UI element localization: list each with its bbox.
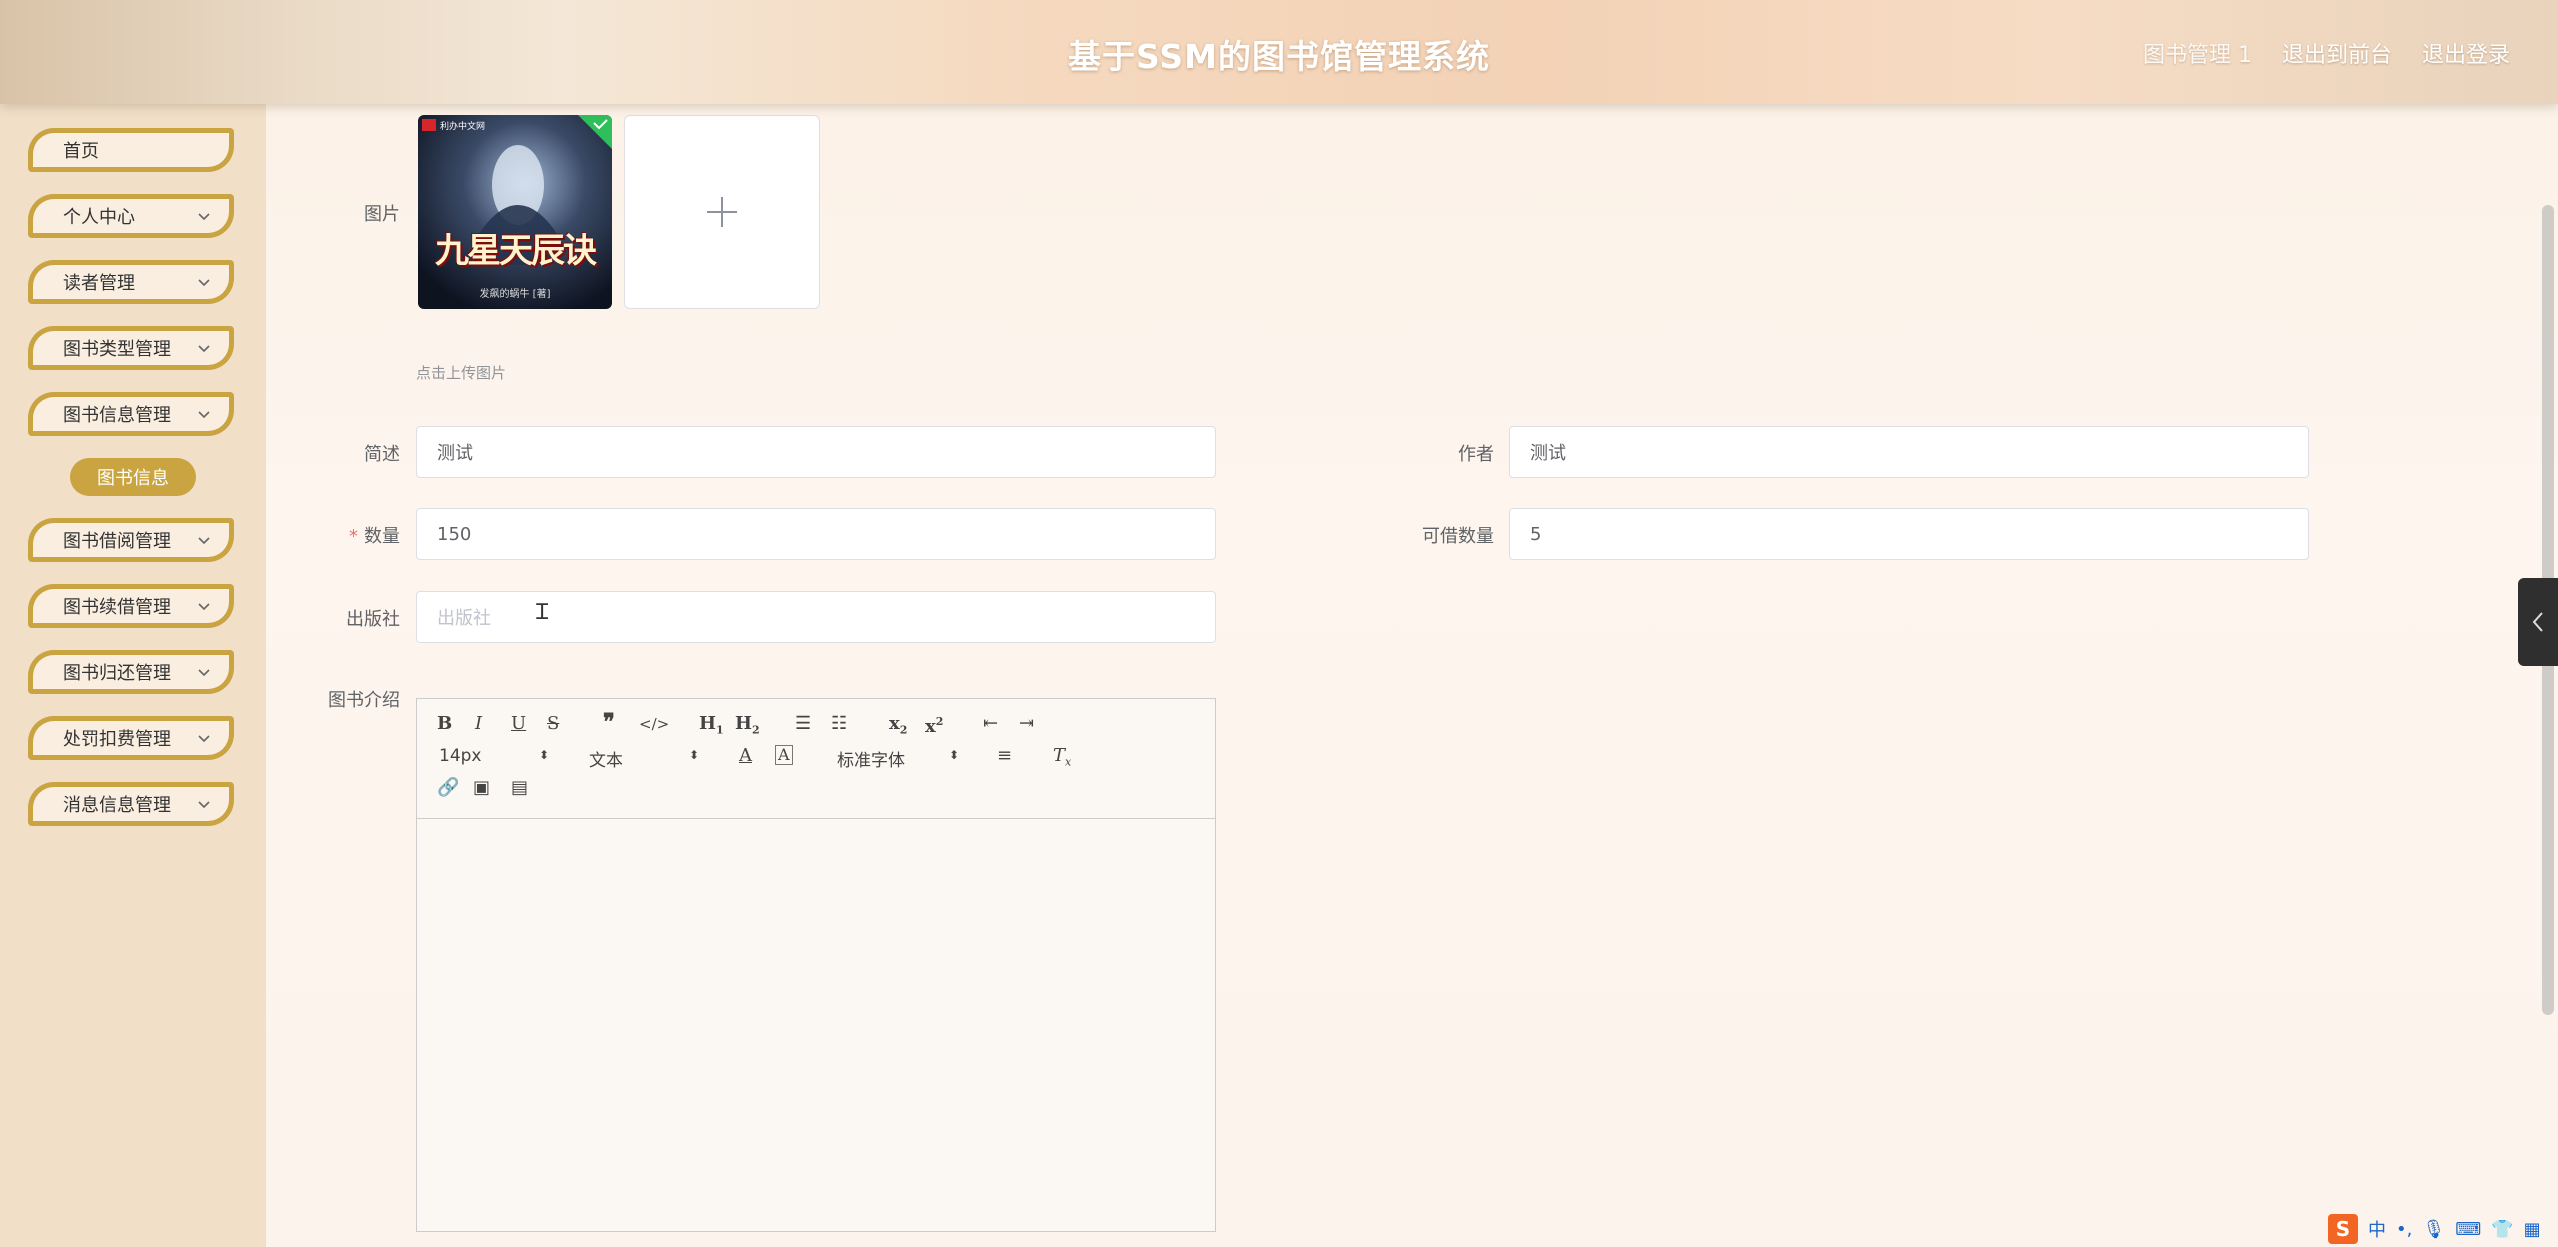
sidebar-item-home[interactable]: 首页 [28, 128, 234, 172]
chevron-down-icon [198, 279, 210, 287]
chevron-down-icon [198, 669, 210, 677]
subscript-icon[interactable]: x2 [889, 713, 907, 742]
ordered-list-icon[interactable]: ☰ [795, 713, 811, 735]
author-label: 作者 [1458, 444, 1494, 465]
heading1-icon[interactable]: H1 [699, 713, 724, 742]
sogou-logo-icon: S [2328, 1214, 2358, 1244]
sidebar-item-renew[interactable]: 图书续借管理 [28, 584, 234, 628]
upload-hint: 点击上传图片 [416, 364, 507, 382]
text-color-icon[interactable]: A [739, 745, 752, 767]
sidebar-item-label: 图书类型管理 [63, 339, 171, 360]
ime-punct-icon[interactable]: •, [2396, 1219, 2412, 1240]
sidebar-item-label: 图书借阅管理 [63, 531, 171, 552]
grid-icon[interactable]: ▦ [2524, 1219, 2541, 1240]
shirt-icon[interactable]: 👕 [2491, 1219, 2513, 1240]
link-icon[interactable]: 🔗 [437, 777, 459, 799]
sidebar: 首页 个人中心 读者管理 图书类型管理 图书信息管理 图书信息 图书借阅管理 图… [0, 104, 266, 1247]
keyboard-icon[interactable]: ⌨ [2455, 1219, 2481, 1240]
sidebar-item-label: 图书续借管理 [63, 597, 171, 618]
editor-content[interactable] [417, 819, 1215, 1231]
sidebar-subitem-book-info[interactable]: 图书信息 [70, 458, 196, 496]
cover-badge-text: 利办中文网 [440, 122, 486, 132]
top-header: 基于SSM的图书馆管理系统 图书管理 1 退出到前台 退出登录 [0, 0, 2558, 104]
intro-label: 图书介绍 [328, 690, 400, 711]
header-nav: 图书管理 1 退出到前台 退出登录 [2143, 37, 2510, 69]
italic-icon[interactable]: I [475, 713, 482, 735]
image-icon[interactable]: ▣ [473, 777, 490, 799]
sidebar-item-book-types[interactable]: 图书类型管理 [28, 326, 234, 370]
book-cover-thumbnail[interactable]: 利办中文网 九星天辰诀 发飙的蜗牛 [著] [418, 115, 612, 309]
ime-toolbar: S 中 •, 🎙 ⌨ 👕 ▦ [2322, 1211, 2558, 1247]
sidebar-item-label: 消息信息管理 [63, 795, 171, 816]
chevron-down-icon [198, 213, 210, 221]
chevron-down-icon [198, 801, 210, 809]
sidebar-item-label: 个人中心 [63, 207, 135, 228]
author-field[interactable]: 测试 [1509, 426, 2309, 478]
cover-title-text: 九星天辰诀 [435, 231, 597, 271]
sidebar-item-messages[interactable]: 消息信息管理 [28, 782, 234, 826]
sidebar-item-readers[interactable]: 读者管理 [28, 260, 234, 304]
sidebar-item-label: 处罚扣费管理 [63, 729, 171, 750]
align-icon[interactable]: ≡ [997, 745, 1012, 767]
chevron-left-icon [2532, 612, 2543, 632]
superscript-icon[interactable]: x2 [925, 711, 943, 738]
chevron-down-icon [198, 345, 210, 353]
publisher-label: 出版社 [346, 609, 400, 630]
chevron-down-icon [198, 735, 210, 743]
sidebar-item-penalty[interactable]: 处罚扣费管理 [28, 716, 234, 760]
chevron-down-icon [198, 537, 210, 545]
blockquote-icon[interactable]: ❞ [603, 711, 615, 733]
sidebar-item-personal[interactable]: 个人中心 [28, 194, 234, 238]
strikethrough-icon[interactable]: S [547, 713, 559, 735]
font-size-select[interactable]: 14px ⬍ [439, 746, 549, 766]
sidebar-item-book-info[interactable]: 图书信息管理 [28, 392, 234, 436]
side-panel-toggle[interactable] [2518, 578, 2558, 666]
select-arrows-icon: ⬍ [539, 748, 550, 762]
sidebar-item-return[interactable]: 图书归还管理 [28, 650, 234, 694]
video-icon[interactable]: ▤ [511, 777, 528, 799]
borrowable-field[interactable]: 5 [1509, 508, 2309, 560]
microphone-icon[interactable]: 🎙 [2422, 1219, 2445, 1240]
ime-language[interactable]: 中 [2368, 1216, 2386, 1242]
code-block-icon[interactable]: </> [639, 713, 669, 735]
editor-toolbar: B I U S ❞ </> H1 H2 ☰ ☷ x2 x2 ⇤ ⇥ 14px ⬍… [417, 699, 1215, 819]
quantity-label: * 数量 [349, 526, 400, 547]
chevron-down-icon [198, 411, 210, 419]
borrowable-label: 可借数量 [1422, 526, 1494, 547]
quantity-field[interactable]: 150 [416, 508, 1216, 560]
sidebar-item-label: 图书信息管理 [63, 405, 171, 426]
plus-icon [707, 197, 737, 227]
font-family-select[interactable]: 标准字体 ⬍ [837, 746, 959, 771]
background-color-icon[interactable]: A [775, 745, 793, 765]
underline-icon[interactable]: U [511, 713, 526, 735]
image-upload-button[interactable] [624, 115, 820, 309]
front-link[interactable]: 退出到前台 [2282, 37, 2392, 69]
image-label: 图片 [364, 204, 400, 225]
required-mark: * [349, 526, 358, 547]
bold-icon[interactable]: B [437, 713, 452, 735]
sidebar-item-borrow[interactable]: 图书借阅管理 [28, 518, 234, 562]
book-cover-image [418, 115, 612, 309]
user-menu[interactable]: 图书管理 1 [2143, 37, 2252, 69]
clear-format-icon[interactable]: Tx [1053, 745, 1071, 774]
bullet-list-icon[interactable]: ☷ [831, 713, 847, 735]
header-select[interactable]: 文本 ⬍ [589, 746, 699, 771]
summary-field[interactable]: 测试 [416, 426, 1216, 478]
heading2-icon[interactable]: H2 [735, 713, 760, 742]
select-arrows-icon: ⬍ [949, 748, 960, 762]
rich-text-editor[interactable]: B I U S ❞ </> H1 H2 ☰ ☷ x2 x2 ⇤ ⇥ 14px ⬍… [416, 698, 1216, 1232]
summary-label: 简述 [364, 444, 400, 465]
sidebar-item-label: 首页 [63, 141, 99, 162]
logout-link[interactable]: 退出登录 [2422, 37, 2510, 69]
cover-author-text: 发飙的蜗牛 [著] [479, 289, 551, 300]
indent-icon[interactable]: ⇥ [1019, 713, 1034, 735]
outdent-icon[interactable]: ⇤ [983, 713, 998, 735]
select-arrows-icon: ⬍ [689, 748, 700, 762]
sidebar-item-label: 图书归还管理 [63, 663, 171, 684]
sidebar-item-label: 读者管理 [63, 273, 135, 294]
chevron-down-icon [198, 603, 210, 611]
text-cursor-icon: Ɪ [536, 600, 549, 625]
